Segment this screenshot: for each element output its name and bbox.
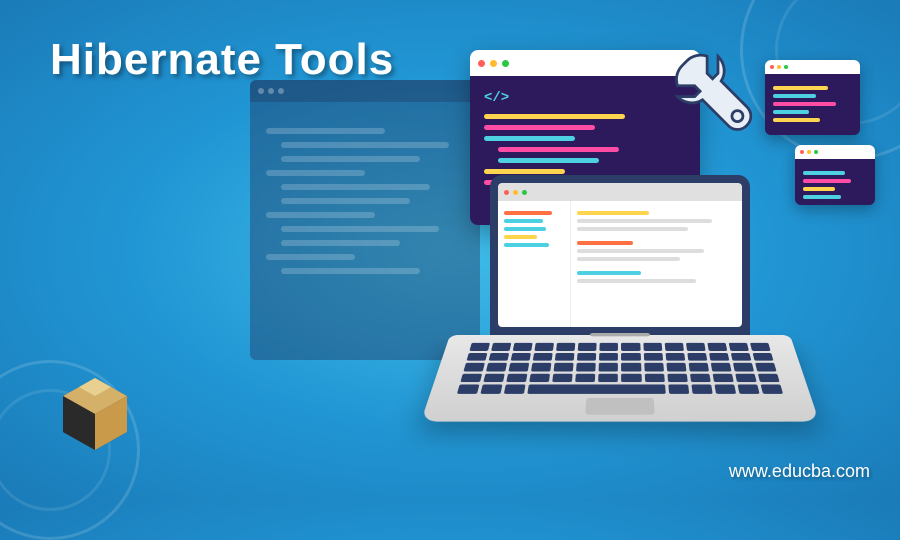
wrench-icon — [670, 30, 780, 140]
brand-logo-icon — [55, 370, 135, 460]
laptop-screen — [490, 175, 750, 335]
maximize-icon — [502, 60, 509, 67]
background-code-window — [250, 80, 480, 360]
window-titlebar — [250, 80, 480, 102]
website-url: www.educba.com — [729, 461, 870, 482]
close-icon — [478, 60, 485, 67]
page-title: Hibernate Tools — [50, 35, 394, 85]
laptop-illustration — [450, 175, 790, 450]
minimize-icon — [490, 60, 497, 67]
code-tag-icon: </> — [484, 90, 686, 106]
laptop-keyboard — [421, 335, 820, 422]
editor-titlebar — [470, 50, 700, 76]
floating-window-2 — [795, 145, 875, 205]
